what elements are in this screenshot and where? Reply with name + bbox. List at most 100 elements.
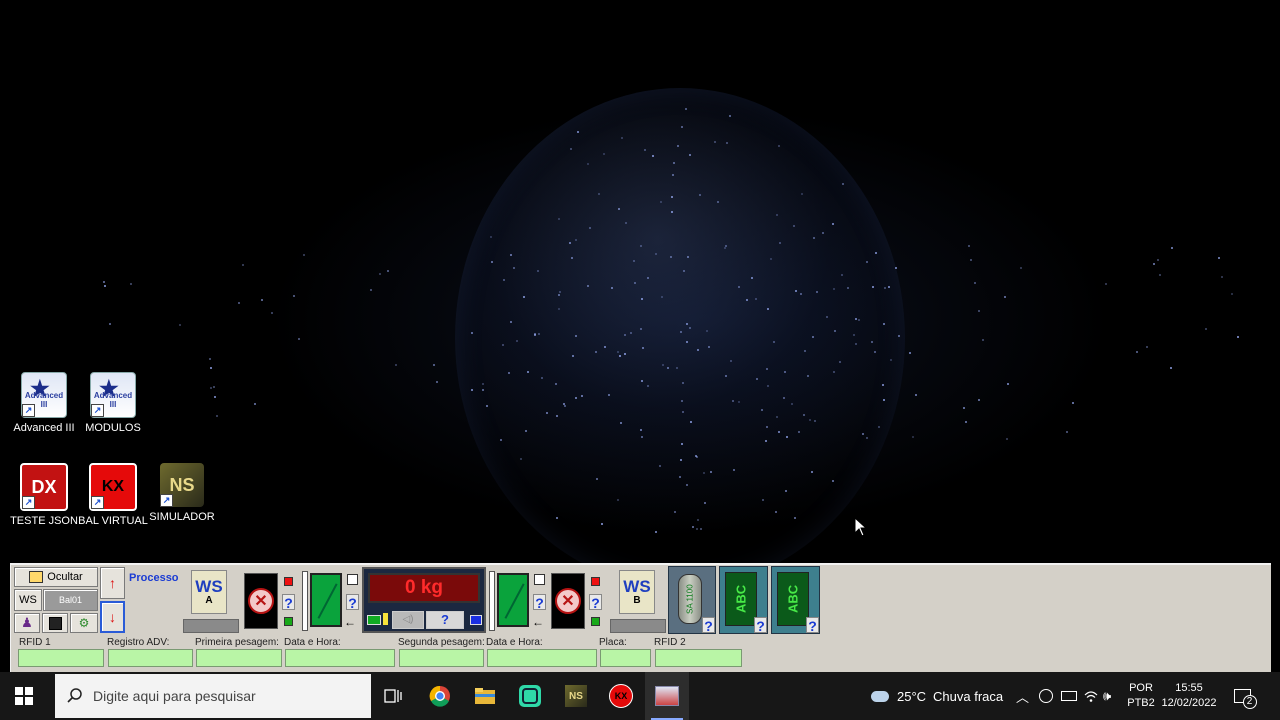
star-dot xyxy=(490,260,493,263)
rfid1-label: RFID 1 xyxy=(19,637,51,648)
ocultar-label: Ocultar xyxy=(47,571,83,583)
notifications-button[interactable]: 2 xyxy=(1230,672,1257,720)
question-icon[interactable]: ? xyxy=(346,594,359,611)
gate-b-indicator[interactable] xyxy=(497,573,529,627)
star-dot xyxy=(732,399,735,402)
weather-widget[interactable]: 25°C Chuva fraca xyxy=(871,672,1003,720)
advanced-iii-app-icon: ★ Advanced III ↗ xyxy=(21,372,67,418)
placa-field[interactable] xyxy=(600,649,651,667)
desktop-icon-bal-virtual[interactable]: KX ↗ BAL VIRTUAL xyxy=(78,463,148,527)
taskbar-file-explorer[interactable] xyxy=(463,672,507,720)
star-dot xyxy=(1153,263,1156,266)
config-button[interactable]: ⚙ xyxy=(70,613,98,633)
no-camera-icon: ✕ xyxy=(555,588,581,614)
clock[interactable]: 15:55 12/02/2022 xyxy=(1160,672,1218,720)
taskbar-simulador[interactable]: NS xyxy=(554,672,598,720)
data-hora-2-field[interactable] xyxy=(487,649,597,667)
user-button[interactable]: ♟ xyxy=(14,613,40,633)
show-hidden-icons-button[interactable]: ︿ xyxy=(1016,672,1029,720)
primeira-pesagem-field[interactable] xyxy=(196,649,282,667)
star-dot xyxy=(485,404,488,407)
ns-simulator-icon: NS xyxy=(565,685,587,707)
camera-a-box[interactable]: ✕ xyxy=(244,573,278,629)
star-dot xyxy=(680,125,683,128)
desktop-icon-modulos[interactable]: ★ Advanced III ↗ MODULOS xyxy=(78,372,148,434)
meet-now-button[interactable] xyxy=(1039,672,1053,720)
star-dot xyxy=(436,380,439,383)
ocultar-button[interactable]: Ocultar xyxy=(14,567,98,587)
star-dot xyxy=(556,414,559,417)
desktop-icon-advanced-iii[interactable]: ★ Advanced III ↗ Advanced III xyxy=(9,372,79,434)
registro-adv-label: Registro ADV: xyxy=(107,637,170,648)
rfid2-field[interactable] xyxy=(655,649,742,667)
module-tile[interactable]: SA 1100 ? xyxy=(668,566,716,634)
question-icon[interactable]: ? xyxy=(533,594,546,611)
star-dot xyxy=(841,273,844,276)
star-dot xyxy=(564,404,567,407)
star-dot xyxy=(832,370,835,373)
registro-adv-field[interactable] xyxy=(108,649,193,667)
taskbar-chrome[interactable] xyxy=(418,672,462,720)
weight-display-panel: 0 kg ◁) ? xyxy=(362,567,486,633)
camera-b-box[interactable]: ✕ xyxy=(551,573,585,629)
move-up-button[interactable]: ↑ xyxy=(100,567,125,599)
taskbar-whatsapp[interactable] xyxy=(508,672,552,720)
speaker-icon: 🕪 xyxy=(1103,688,1112,703)
question-icon[interactable]: ? xyxy=(702,617,715,634)
ws-capture-icon: WS A xyxy=(191,570,227,614)
star-dot xyxy=(209,386,212,389)
question-icon[interactable]: ? xyxy=(806,617,819,634)
taskbar-advanced-iii[interactable] xyxy=(645,672,689,720)
star-dot xyxy=(766,384,769,387)
star-dot xyxy=(813,419,816,422)
desktop-icon-simulador[interactable]: NS ↗ SIMULADOR xyxy=(147,463,217,523)
question-icon[interactable]: ? xyxy=(589,594,602,611)
rfid1-field[interactable] xyxy=(18,649,104,667)
capture-a-button[interactable]: WS A xyxy=(191,570,227,614)
ws-station-select[interactable]: Bal01 xyxy=(43,589,98,611)
move-down-button[interactable]: ↓ xyxy=(100,601,125,633)
star-dot xyxy=(691,525,694,528)
capture-b-button[interactable]: WS B xyxy=(619,570,655,614)
star-dot xyxy=(576,131,579,134)
star-dot xyxy=(303,254,306,257)
save-button[interactable] xyxy=(42,613,68,633)
segunda-pesagem-field[interactable] xyxy=(399,649,484,667)
task-view-button[interactable] xyxy=(371,672,415,720)
star-dot xyxy=(812,236,815,239)
processo-label: Processo xyxy=(129,572,179,584)
ws-capture-icon: WS B xyxy=(619,570,655,614)
star-dot xyxy=(557,294,560,297)
star-dot xyxy=(575,238,577,241)
capture-a-small: A xyxy=(205,595,213,606)
taskbar-bal-virtual[interactable]: KX xyxy=(599,672,643,720)
star-dot xyxy=(981,338,984,341)
display-help-button[interactable]: ? xyxy=(426,611,464,629)
star-dot xyxy=(745,299,748,302)
battery-button[interactable] xyxy=(1061,672,1077,720)
stable-indicator xyxy=(367,615,381,625)
white-checkbox[interactable] xyxy=(347,574,358,585)
desktop-icon-teste-json[interactable]: DX ↗ TESTE JSON xyxy=(9,463,79,527)
sound-button[interactable]: ◁) xyxy=(392,611,424,629)
network-button[interactable] xyxy=(1084,672,1098,720)
language-indicator[interactable]: POR PTB2 xyxy=(1125,672,1157,720)
abc-display-tile-2[interactable]: ABC ? xyxy=(771,566,820,634)
star-dot xyxy=(640,436,643,439)
capture-b-status-bar xyxy=(610,619,666,633)
volume-button[interactable]: 🕪 xyxy=(1103,672,1111,720)
white-checkbox[interactable] xyxy=(534,574,545,585)
abc-display-tile-1[interactable]: ABC ? xyxy=(719,566,768,634)
star-dot xyxy=(793,516,796,519)
search-box[interactable]: Digite aqui para pesquisar xyxy=(55,674,371,718)
question-icon[interactable]: ? xyxy=(754,617,767,634)
gate-bar xyxy=(302,571,308,631)
data-hora-1-field[interactable] xyxy=(285,649,395,667)
question-icon[interactable]: ? xyxy=(282,594,295,611)
gate-a-indicator[interactable] xyxy=(310,573,342,627)
notification-bubble-icon: 2 xyxy=(1233,689,1257,709)
start-button[interactable] xyxy=(0,672,48,720)
lang-bottom: PTB2 xyxy=(1127,697,1155,709)
star-dot xyxy=(889,358,892,361)
star-dot xyxy=(481,382,484,385)
